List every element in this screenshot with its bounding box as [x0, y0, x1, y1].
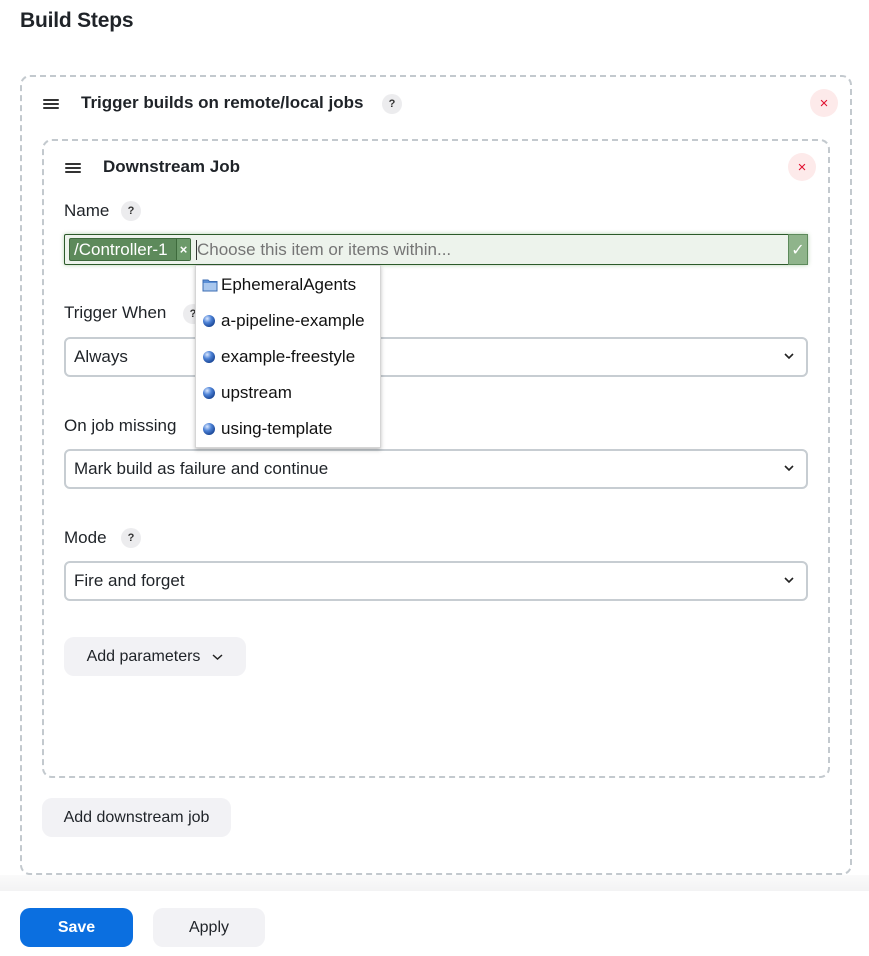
delete-downstream-job-button[interactable]: ×: [788, 153, 816, 181]
job-status-ball-icon: [203, 423, 215, 435]
name-label: Name: [64, 201, 110, 220]
close-icon: ×: [819, 94, 829, 112]
mode-value: Fire and forget: [74, 571, 185, 590]
help-icon[interactable]: ?: [121, 201, 141, 221]
job-status-ball-icon: [203, 315, 215, 327]
suggestion-label: using-template: [221, 419, 333, 438]
mode-label: Mode: [64, 528, 107, 547]
chip-label: /Controller-1: [74, 239, 168, 259]
delete-build-step-button[interactable]: ×: [810, 89, 838, 117]
text-caret: [196, 240, 197, 260]
help-icon[interactable]: ?: [121, 528, 141, 548]
chevron-down-icon: [784, 577, 794, 584]
suggestion-label: EphemeralAgents: [221, 275, 357, 294]
suggestion-item[interactable]: example-freestyle: [196, 342, 380, 372]
remove-chip-icon[interactable]: ×: [176, 239, 190, 260]
footer-divider: [0, 875, 869, 891]
save-button[interactable]: Save: [20, 908, 133, 947]
job-status-ball-icon: [203, 387, 215, 399]
on-job-missing-select[interactable]: Mark build as failure and continue: [64, 449, 808, 489]
add-downstream-job-button[interactable]: Add downstream job: [42, 798, 231, 837]
apply-button[interactable]: Apply: [153, 908, 265, 947]
on-job-missing-label: On job missing: [64, 416, 177, 435]
close-icon: ×: [797, 158, 807, 176]
job-status-ball-icon: [203, 351, 215, 363]
page-title: Build Steps: [20, 9, 134, 32]
chevron-down-icon: [212, 653, 223, 660]
drag-handle-icon[interactable]: [65, 163, 81, 173]
drag-handle-icon[interactable]: [43, 99, 59, 109]
trigger-when-value: Always: [74, 347, 128, 366]
suggestion-label: a-pipeline-example: [221, 311, 365, 330]
chevron-down-icon: [784, 353, 794, 360]
trigger-when-select[interactable]: Always: [64, 337, 808, 377]
trigger-when-label: Trigger When: [64, 303, 167, 322]
suggestion-label: example-freestyle: [221, 347, 356, 366]
suggestion-item[interactable]: EphemeralAgents: [196, 270, 380, 300]
suggestion-label: upstream: [221, 383, 292, 402]
suggestion-item[interactable]: a-pipeline-example: [196, 306, 380, 336]
build-step-title: Trigger builds on remote/local jobs: [81, 93, 364, 112]
on-job-missing-value: Mark build as failure and continue: [74, 459, 329, 478]
suggestion-item[interactable]: using-template: [196, 414, 380, 444]
add-parameters-button[interactable]: Add parameters: [64, 637, 246, 676]
name-input[interactable]: [195, 236, 785, 263]
help-icon[interactable]: ?: [382, 94, 402, 114]
chevron-down-icon: [784, 465, 794, 472]
valid-check-icon: ✓: [788, 234, 808, 265]
add-parameters-label: Add parameters: [86, 647, 201, 665]
job-suggestions-dropdown: EphemeralAgents a-pipeline-example examp…: [195, 265, 381, 448]
suggestion-item[interactable]: upstream: [196, 378, 380, 408]
downstream-job-title: Downstream Job: [103, 157, 240, 176]
folder-icon: [202, 279, 218, 292]
selected-job-chip: /Controller-1 ×: [69, 238, 191, 261]
mode-select[interactable]: Fire and forget: [64, 561, 808, 601]
name-field[interactable]: /Controller-1 × ✓: [64, 234, 808, 265]
